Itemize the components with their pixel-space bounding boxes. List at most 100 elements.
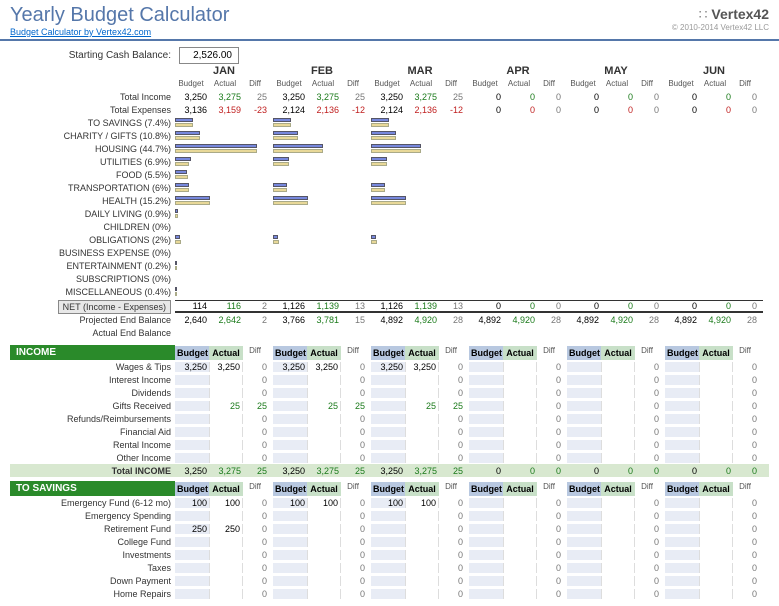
actual-cell[interactable] (699, 524, 733, 534)
actual-cell[interactable] (503, 401, 537, 411)
budget-cell[interactable] (567, 401, 601, 411)
budget-cell[interactable] (273, 511, 307, 521)
budget-cell[interactable] (175, 375, 209, 385)
actual-cell[interactable] (209, 388, 243, 398)
budget-cell[interactable] (273, 375, 307, 385)
budget-cell[interactable] (567, 375, 601, 385)
actual-cell[interactable] (503, 440, 537, 450)
budget-cell[interactable] (175, 589, 209, 599)
budget-cell[interactable] (567, 414, 601, 424)
actual-cell[interactable] (601, 589, 635, 599)
actual-cell[interactable] (601, 524, 635, 534)
actual-cell[interactable] (699, 401, 733, 411)
actual-cell[interactable] (503, 388, 537, 398)
actual-cell[interactable]: 25 (209, 401, 243, 411)
budget-cell[interactable]: 250 (175, 524, 209, 534)
budget-cell[interactable] (371, 414, 405, 424)
budget-cell[interactable] (567, 388, 601, 398)
budget-cell[interactable] (665, 440, 699, 450)
actual-cell[interactable] (601, 576, 635, 586)
actual-cell[interactable] (405, 576, 439, 586)
actual-cell[interactable] (699, 427, 733, 437)
actual-cell[interactable] (699, 414, 733, 424)
actual-cell[interactable] (601, 550, 635, 560)
actual-cell[interactable] (503, 427, 537, 437)
budget-cell[interactable] (665, 524, 699, 534)
actual-cell[interactable] (405, 453, 439, 463)
actual-cell[interactable] (601, 563, 635, 573)
budget-cell[interactable] (665, 362, 699, 372)
actual-cell[interactable] (601, 537, 635, 547)
actual-cell[interactable]: 100 (307, 498, 341, 508)
budget-cell[interactable] (567, 511, 601, 521)
actual-cell[interactable] (699, 550, 733, 560)
budget-cell[interactable] (665, 388, 699, 398)
actual-cell[interactable]: 25 (405, 401, 439, 411)
actual-cell[interactable] (601, 414, 635, 424)
actual-cell[interactable] (307, 576, 341, 586)
budget-cell[interactable] (273, 589, 307, 599)
budget-cell[interactable] (469, 453, 503, 463)
budget-cell[interactable] (567, 453, 601, 463)
budget-cell[interactable] (273, 576, 307, 586)
actual-cell[interactable] (209, 414, 243, 424)
budget-cell[interactable] (371, 453, 405, 463)
budget-cell[interactable]: 100 (371, 498, 405, 508)
budget-cell[interactable] (665, 511, 699, 521)
budget-cell[interactable] (567, 524, 601, 534)
budget-cell[interactable] (665, 589, 699, 599)
budget-cell[interactable] (665, 375, 699, 385)
budget-cell[interactable] (273, 537, 307, 547)
actual-cell[interactable] (209, 589, 243, 599)
budget-cell[interactable] (567, 440, 601, 450)
actual-cell[interactable] (601, 362, 635, 372)
budget-cell[interactable] (371, 427, 405, 437)
budget-cell[interactable] (469, 524, 503, 534)
budget-cell[interactable] (175, 537, 209, 547)
budget-cell[interactable] (273, 427, 307, 437)
actual-cell[interactable] (209, 427, 243, 437)
actual-cell[interactable] (503, 414, 537, 424)
actual-cell[interactable] (307, 388, 341, 398)
actual-cell[interactable] (601, 511, 635, 521)
budget-cell[interactable] (469, 589, 503, 599)
cash-input[interactable]: 2,526.00 (179, 47, 239, 64)
budget-cell[interactable] (469, 401, 503, 411)
budget-cell[interactable] (567, 362, 601, 372)
actual-cell[interactable] (699, 498, 733, 508)
actual-cell[interactable] (699, 388, 733, 398)
budget-cell[interactable] (273, 440, 307, 450)
actual-cell[interactable] (699, 563, 733, 573)
budget-cell[interactable] (273, 414, 307, 424)
actual-cell[interactable] (503, 375, 537, 385)
actual-cell[interactable] (699, 537, 733, 547)
budget-cell[interactable] (665, 401, 699, 411)
actual-cell[interactable] (503, 511, 537, 521)
actual-cell[interactable] (503, 362, 537, 372)
actual-cell[interactable] (699, 453, 733, 463)
budget-cell[interactable] (371, 388, 405, 398)
actual-cell[interactable] (307, 414, 341, 424)
actual-cell[interactable] (503, 537, 537, 547)
actual-cell[interactable] (503, 563, 537, 573)
budget-cell[interactable] (567, 498, 601, 508)
budget-cell[interactable]: 100 (273, 498, 307, 508)
budget-cell[interactable] (273, 453, 307, 463)
actual-cell[interactable] (601, 498, 635, 508)
actual-cell[interactable] (699, 440, 733, 450)
actual-cell[interactable] (503, 576, 537, 586)
budget-cell[interactable] (567, 427, 601, 437)
actual-cell[interactable] (405, 388, 439, 398)
budget-cell[interactable] (175, 511, 209, 521)
budget-cell[interactable] (175, 401, 209, 411)
budget-cell[interactable] (371, 401, 405, 411)
actual-cell[interactable] (307, 589, 341, 599)
budget-cell[interactable] (665, 427, 699, 437)
actual-cell[interactable] (699, 362, 733, 372)
budget-cell[interactable] (371, 550, 405, 560)
actual-cell[interactable] (307, 563, 341, 573)
actual-cell[interactable] (307, 440, 341, 450)
actual-cell[interactable] (503, 550, 537, 560)
actual-cell[interactable]: 3,250 (209, 362, 243, 372)
actual-cell[interactable] (209, 453, 243, 463)
